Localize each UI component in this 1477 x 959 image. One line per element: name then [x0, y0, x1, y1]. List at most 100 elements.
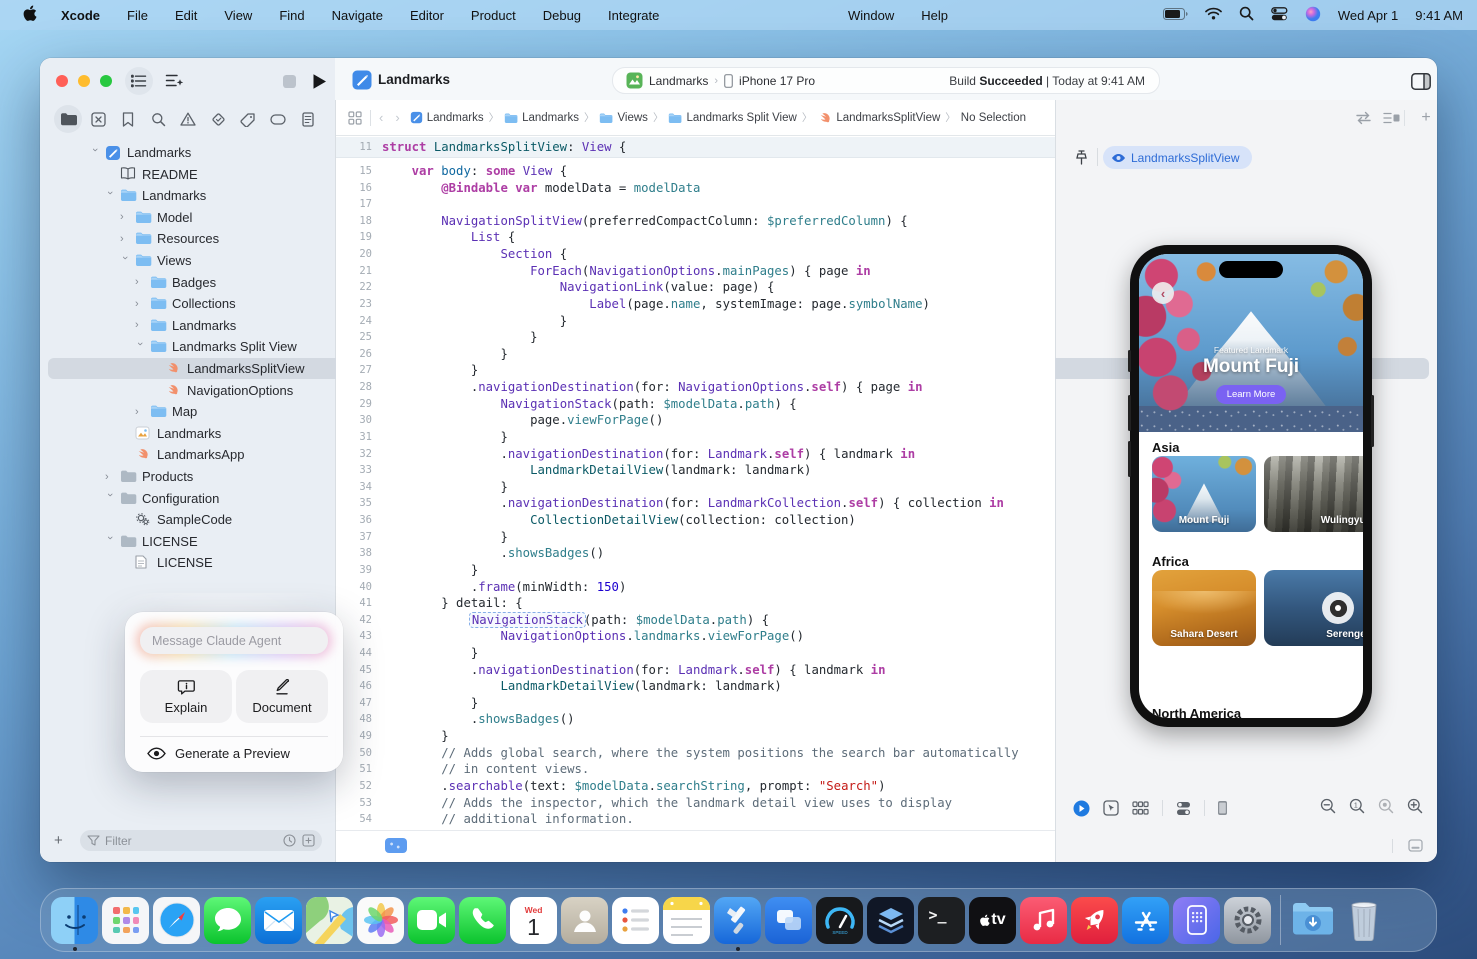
assistant-compose-button[interactable] [160, 67, 188, 95]
breadcrumb-landmarks-split-view[interactable]: 17 14">Landmarks Split View [668, 112, 796, 124]
dock-notes[interactable] [661, 888, 712, 952]
add-item-button[interactable]: + [54, 832, 63, 849]
disclosure-closed[interactable]: › [135, 406, 145, 418]
code-line-18[interactable]: 18 NavigationSplitView(preferredCompactC… [336, 213, 1055, 230]
battery-icon[interactable] [1163, 8, 1188, 23]
spotlight-search-icon[interactable] [1239, 6, 1254, 24]
code-line-40[interactable]: 40 .frame(minWidth: 150) [336, 579, 1055, 596]
tab-breakpoints-navigator[interactable] [264, 105, 292, 133]
wifi-icon[interactable] [1205, 7, 1222, 23]
document-button[interactable]: Document [236, 670, 328, 723]
code-line-30[interactable]: 30 page.viewForPage() [336, 412, 1055, 429]
zoom-actual-size-icon[interactable]: 1 [1349, 798, 1365, 819]
code-line-33[interactable]: 33 LandmarkDetailView(landmark: landmark… [336, 462, 1055, 479]
code-line-28[interactable]: 28 .navigationDestination(for: Navigatio… [336, 379, 1055, 396]
menu-find[interactable]: Find [279, 8, 304, 23]
disclosure-closed[interactable]: › [135, 319, 145, 331]
related-items-icon[interactable] [348, 111, 362, 125]
breadcrumb-landmarks[interactable]: 17 14">Landmarks [504, 112, 579, 124]
code-area[interactable]: 11struct LandmarksSplitView: View { 15 va… [336, 137, 1055, 830]
dock-mail[interactable] [253, 888, 304, 952]
code-line-11[interactable]: 11struct LandmarksSplitView: View { [336, 139, 1055, 156]
dock-layers[interactable] [865, 888, 916, 952]
code-line-21[interactable]: 21 ForEach(NavigationOptions.mainPages) … [336, 263, 1055, 280]
disclosure-closed[interactable]: › [120, 211, 130, 223]
disclosure-open[interactable]: › [104, 493, 116, 503]
code-line-46[interactable]: 46 LandmarkDetailView(landmark: landmark… [336, 678, 1055, 695]
dock-facetime[interactable] [406, 888, 457, 952]
dock-maps[interactable] [304, 888, 355, 952]
minimize-window-button[interactable] [78, 75, 90, 87]
dock-tv[interactable]: tv [967, 888, 1018, 952]
dock-calendar[interactable]: Wed1 [508, 888, 559, 952]
back-button[interactable]: ‹ [379, 110, 383, 125]
code-line-15[interactable]: 15 var body: some View { [336, 163, 1055, 180]
breadcrumb-landmarks[interactable]: 0 16 16">Landmarks [410, 111, 484, 124]
code-line-54[interactable]: 54 // additional information. [336, 811, 1055, 828]
menu-edit[interactable]: Edit [175, 8, 197, 23]
scm-changes-filter-icon[interactable] [302, 834, 315, 847]
code-line-22[interactable]: 22 NavigationLink(value: page) { [336, 279, 1055, 296]
recent-files-filter-icon[interactable] [283, 834, 296, 847]
code-line-49[interactable]: 49 } [336, 728, 1055, 745]
dock-rocket[interactable] [1069, 888, 1120, 952]
dock-appstore[interactable] [1120, 888, 1171, 952]
menu-xcode[interactable]: Xcode [61, 8, 100, 23]
code-line-20[interactable]: 20 Section { [336, 246, 1055, 263]
tab-reports-navigator[interactable] [294, 105, 322, 133]
disclosure-open[interactable]: › [89, 148, 101, 158]
tab-issues-navigator[interactable] [174, 105, 202, 133]
apple-menu-icon[interactable] [22, 5, 37, 25]
disclosure-open[interactable]: › [134, 342, 146, 352]
menu-view[interactable]: View [224, 8, 252, 23]
landmark-card-sahara-desert[interactable]: Sahara Desert [1152, 570, 1256, 646]
dock-xcode[interactable] [712, 888, 763, 952]
forward-button[interactable]: › [395, 110, 399, 125]
variants-button[interactable] [1132, 801, 1149, 815]
menu-editor[interactable]: Editor [410, 8, 444, 23]
code-line-38[interactable]: 38 .showsBadges() [336, 545, 1055, 562]
menu-time[interactable]: 9:41 AM [1415, 8, 1463, 23]
menu-window[interactable]: Window [848, 8, 894, 23]
dock-downloads[interactable] [1287, 888, 1338, 952]
preview-screen[interactable]: Featured Landmark Mount Fuji Learn More … [1139, 254, 1363, 718]
preview-device-button[interactable] [1217, 800, 1228, 816]
code-line-34[interactable]: 34 } [336, 479, 1055, 496]
add-editor-button[interactable]: + [1416, 108, 1436, 128]
code-line-50[interactable]: 50 // Adds global search, where the syst… [336, 745, 1055, 762]
code-line-48[interactable]: 48 .showsBadges() [336, 711, 1055, 728]
tab-bookmarks-navigator[interactable] [114, 105, 142, 133]
dock-speedtest[interactable]: SPEED [814, 888, 865, 952]
dock-finder[interactable] [49, 888, 100, 952]
tab-tests-navigator[interactable] [204, 105, 232, 133]
tab-errors-navigator[interactable] [84, 105, 112, 133]
dock-freeform[interactable] [763, 888, 814, 952]
dock-contacts[interactable] [559, 888, 610, 952]
agent-tag-icon[interactable] [385, 838, 407, 853]
zoom-out-icon[interactable] [1320, 798, 1336, 819]
code-line-41[interactable]: 41 } detail: { [336, 595, 1055, 612]
disclosure-open[interactable]: › [119, 256, 131, 266]
canvas-bottom-bar-toggle[interactable] [1406, 837, 1424, 853]
code-line-45[interactable]: 45 .navigationDestination(for: Landmark.… [336, 662, 1055, 679]
code-line-43[interactable]: 43 NavigationOptions.landmarks.viewForPa… [336, 628, 1055, 645]
learn-more-button[interactable]: Learn More [1216, 385, 1287, 404]
dock-reminders[interactable] [610, 888, 661, 952]
code-line-25[interactable]: 25 } [336, 329, 1055, 346]
dock-phone[interactable] [457, 888, 508, 952]
code-line-27[interactable]: 27 } [336, 362, 1055, 379]
code-line-23[interactable]: 23 Label(page.name, systemImage: page.sy… [336, 296, 1055, 313]
code-line-53[interactable]: 53 // Adds the inspector, which the land… [336, 795, 1055, 812]
close-window-button[interactable] [56, 75, 68, 87]
code-line-47[interactable]: 47 } [336, 695, 1055, 712]
inspector-toggle-button[interactable] [1408, 68, 1434, 94]
code-line-17[interactable]: 17 [336, 196, 1055, 213]
menu-product[interactable]: Product [471, 8, 516, 23]
code-line-19[interactable]: 19 List { [336, 229, 1055, 246]
code-line-24[interactable]: 24 } [336, 313, 1055, 330]
preview-target-pill[interactable]: LandmarksSplitView [1103, 146, 1252, 169]
disclosure-closed[interactable]: › [105, 471, 115, 483]
siri-icon[interactable] [1305, 6, 1321, 25]
navigator-toggle-button[interactable] [125, 67, 153, 95]
code-review-button[interactable] [1352, 108, 1374, 128]
